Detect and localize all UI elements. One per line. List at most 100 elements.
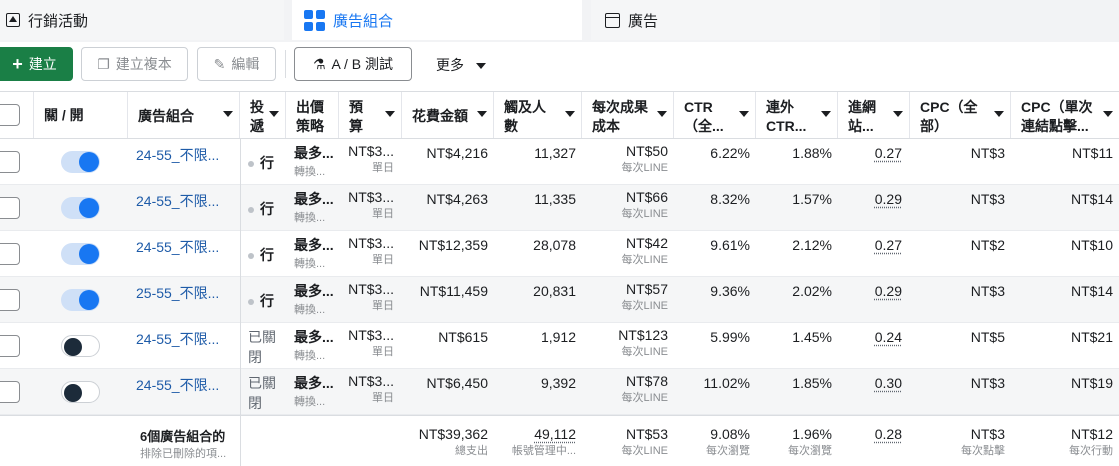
header-cpr-l2: 成本 (592, 118, 620, 134)
table-row[interactable]: 24-55_不限... 行 最多... 轉換... NT$3... 單日 NT$… (0, 185, 1119, 231)
header-bid[interactable]: 出價 策略 (286, 92, 339, 138)
header-cpc-link[interactable]: CPC（單次 連結點擊... (1011, 92, 1119, 138)
row-checkbox[interactable] (0, 151, 20, 173)
delivery-status: 已關 (248, 375, 276, 391)
select-all-checkbox[interactable] (0, 104, 20, 126)
ctr-value: 9.61% (710, 237, 750, 253)
spend-cell: NT$4,216 (402, 139, 494, 184)
tab-ads[interactable]: 廣告 (591, 0, 880, 40)
row-toggle[interactable] (61, 381, 100, 403)
toggle-knob (79, 198, 99, 218)
landing-value[interactable]: 0.27 (838, 237, 902, 253)
delivery-cell: 行 (240, 139, 286, 184)
header-toggle: 關 / 開 (34, 92, 128, 138)
header-select-all[interactable] (0, 92, 34, 138)
cpc-link-cell: NT$11 (1011, 139, 1119, 184)
landing-value[interactable]: 0.29 (838, 191, 902, 207)
more-dropdown[interactable]: 更多 (436, 55, 486, 75)
landing-value[interactable]: 0.27 (838, 145, 902, 161)
delivery-status: 行 (260, 155, 274, 171)
summary-reach-sub: 帳號管理中... (511, 445, 576, 457)
header-reach[interactable]: 觸及人 數 (494, 92, 582, 138)
row-toggle[interactable] (61, 197, 100, 219)
row-toggle[interactable] (61, 243, 100, 265)
tab-campaigns[interactable]: 行銷活動 (0, 0, 284, 40)
budget-value: NT$3... (348, 189, 394, 205)
cpc-all-cell: NT$3 (910, 185, 1011, 230)
bid-cell: 最多... 轉換... (286, 369, 339, 414)
adset-name-link[interactable]: 24-55_不限... (136, 239, 219, 255)
adset-name-link[interactable]: 24-55_不限... (136, 193, 219, 209)
reach-value: 1,912 (540, 329, 576, 345)
adset-name-link[interactable]: 24-55_不限... (136, 147, 219, 163)
cpr-cell: NT$42 每次LINE (582, 231, 674, 276)
header-cost-per-result[interactable]: 每次成果 成本 (582, 92, 674, 138)
header-landing-l2: 站... (848, 118, 874, 134)
header-ctr[interactable]: CTR （全... (674, 92, 756, 138)
header-cpc-all[interactable]: CPC（全 部） (910, 92, 1011, 138)
landing-value[interactable]: 0.30 (838, 375, 902, 391)
cpc-link-value: NT$11 (1072, 145, 1113, 161)
header-name[interactable]: 廣告組合 (128, 92, 240, 138)
table-row[interactable]: 25-55_不限... 行 最多... 轉換... NT$3... 單日 NT$… (0, 277, 1119, 323)
row-toggle[interactable] (61, 151, 100, 173)
header-budget-l2: 算 (349, 118, 363, 134)
summary-spend-cell: NT$39,362 總支出 (402, 416, 494, 461)
summary-reach[interactable]: 49,112 (494, 426, 576, 442)
landing-value[interactable]: 0.24 (838, 329, 902, 345)
adset-name-link[interactable]: 25-55_不限... (136, 285, 219, 301)
row-checkbox[interactable] (0, 335, 20, 357)
table-row[interactable]: 24-55_不限... 已關閉 最多... 轉換... NT$3... 單日 N… (0, 323, 1119, 369)
cpc-all-cell: NT$3 (910, 369, 1011, 414)
table-row[interactable]: 24-55_不限... 行 最多... 轉換... NT$3... 單日 NT$… (0, 231, 1119, 277)
grid-icon (304, 9, 325, 31)
sort-caret-icon (893, 111, 903, 117)
edit-button[interactable]: ✎ 編輯 (197, 47, 276, 81)
tab-adsets[interactable]: 廣告組合 (292, 0, 582, 40)
cpc-all-value: NT$3 (970, 191, 1005, 207)
header-budget[interactable]: 預 算 (339, 92, 402, 138)
cpr-sub: 每次LINE (621, 300, 668, 312)
cpr-value: NT$50 (625, 143, 668, 159)
sort-caret-icon (739, 111, 749, 117)
row-toggle[interactable] (61, 289, 100, 311)
row-checkbox[interactable] (0, 197, 20, 219)
cpc-link-value: NT$14 (1070, 283, 1113, 299)
cpr-sub: 每次LINE (621, 162, 668, 174)
summary-cpc-link-sub: 每次行動 (1069, 445, 1113, 457)
summary-landing[interactable]: 0.28 (838, 426, 902, 442)
header-delivery[interactable]: 投 遞 (240, 92, 286, 138)
table-row[interactable]: 24-55_不限... 已關閉 最多... 轉換... NT$3... 單日 N… (0, 369, 1119, 415)
row-toggle[interactable] (61, 335, 100, 357)
create-button[interactable]: + 建立 (0, 47, 73, 81)
bid-strategy-sub: 轉換... (294, 212, 326, 224)
summary-cpc-all-sub: 每次點擊 (961, 445, 1005, 457)
row-checkbox[interactable] (0, 381, 20, 403)
budget-cell: NT$3... 單日 (339, 185, 402, 230)
header-outbound-ctr[interactable]: 連外 CTR... (756, 92, 838, 138)
budget-cell: NT$3... 單日 (339, 323, 402, 368)
reach-cell: 20,831 (494, 277, 582, 322)
landing-value[interactable]: 0.29 (838, 283, 902, 299)
row-checkbox[interactable] (0, 243, 20, 265)
summary-ctr: 9.08% (710, 426, 750, 442)
cpc-all-value: NT$2 (970, 237, 1005, 253)
row-checkbox[interactable] (0, 289, 20, 311)
sort-caret-icon (1103, 111, 1113, 117)
summary-ctr-cell: 9.08% 每次瀏覽 (674, 416, 756, 461)
header-spend[interactable]: 花費金額 (402, 92, 494, 138)
toolbar: + 建立 ❐ 建立複本 ✎ 編輯 ⚗ A / B 測試 更多 (0, 42, 1119, 90)
budget-value: NT$3... (348, 327, 394, 343)
duplicate-button[interactable]: ❐ 建立複本 (81, 47, 188, 81)
adset-name-link[interactable]: 24-55_不限... (136, 331, 219, 347)
header-bid-l1: 出價 (296, 99, 324, 115)
header-landing[interactable]: 進網 站... (838, 92, 910, 138)
bid-strategy: 最多... (294, 145, 334, 161)
ab-test-button[interactable]: ⚗ A / B 測試 (294, 47, 412, 81)
outbound-cell: 2.12% (756, 231, 838, 276)
budget-sub: 單日 (372, 208, 394, 220)
adset-name-link[interactable]: 24-55_不限... (136, 377, 219, 393)
outbound-ctr-value: 1.88% (792, 145, 832, 161)
table-row[interactable]: 24-55_不限... 行 最多... 轉換... NT$3... 單日 NT$… (0, 139, 1119, 185)
cpr-cell: NT$50 每次LINE (582, 139, 674, 184)
